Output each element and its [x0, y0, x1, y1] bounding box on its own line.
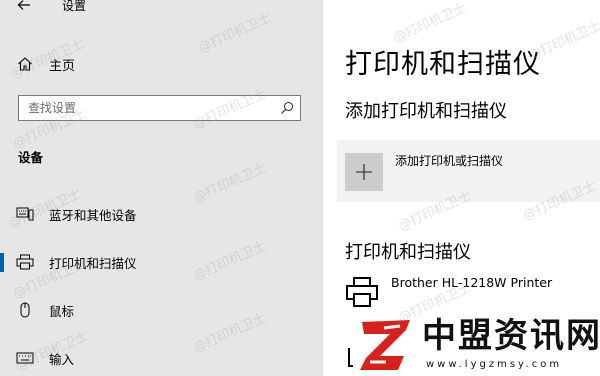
plus-tile [345, 153, 383, 191]
logo-mark [360, 320, 410, 370]
sidebar-item-label: 主页 [49, 59, 76, 74]
sidebar-item-label: 打印机和扫描仪 [49, 256, 137, 271]
back-button[interactable] [10, 0, 38, 16]
sidebar-item-label: 鼠标 [49, 304, 75, 319]
printer-icon [16, 254, 34, 270]
keyboard-input-icon [16, 352, 34, 364]
home-icon [18, 57, 32, 71]
selection-indicator [0, 253, 4, 272]
plus-icon [356, 164, 372, 180]
back-arrow-icon [17, 0, 30, 10]
sidebar-item-home[interactable]: 主页 [0, 48, 323, 80]
search-icon[interactable] [280, 101, 294, 115]
printers-heading: 打印机和扫描仪 [345, 242, 471, 263]
sidebar-item-printers[interactable]: 打印机和扫描仪 [0, 245, 323, 279]
add-printer-label: 添加打印机或扫描仪 [395, 154, 504, 168]
add-printer-button[interactable]: 添加打印机或扫描仪 [337, 140, 600, 202]
printer-icon [346, 277, 378, 307]
sidebar-item-label: 蓝牙和其他设备 [49, 208, 137, 223]
site-logo: 中盟资讯网 www.lygzmsy.com [352, 316, 600, 376]
sidebar-item-mouse[interactable]: 鼠标 [0, 293, 323, 327]
page-title: 打印机和扫描仪 [345, 49, 541, 80]
mouse-icon [20, 302, 30, 318]
logo-brand: 中盟资讯网 [422, 316, 600, 356]
sidebar-item-input[interactable]: 输入 [0, 341, 323, 375]
settings-window: 设置 主页 设备 蓝牙和其他设备 [0, 0, 600, 376]
section-heading: 设备 [18, 150, 44, 165]
keyboard-icon [16, 207, 34, 221]
search-input[interactable] [28, 99, 268, 117]
logo-domain: www.lygzmsy.com [426, 359, 563, 370]
sidebar: 设置 主页 设备 蓝牙和其他设备 [0, 0, 323, 376]
sidebar-item-bluetooth[interactable]: 蓝牙和其他设备 [0, 197, 323, 231]
search-box[interactable] [18, 95, 301, 121]
title-bar: 设置 [0, 0, 323, 20]
sidebar-item-label: 输入 [49, 352, 75, 367]
printer-item[interactable]: Brother HL-1218W Printer [337, 270, 600, 312]
add-section-heading: 添加打印机和扫描仪 [345, 101, 507, 122]
printer-name: Brother HL-1218W Printer [391, 275, 553, 290]
window-title: 设置 [62, 0, 87, 13]
